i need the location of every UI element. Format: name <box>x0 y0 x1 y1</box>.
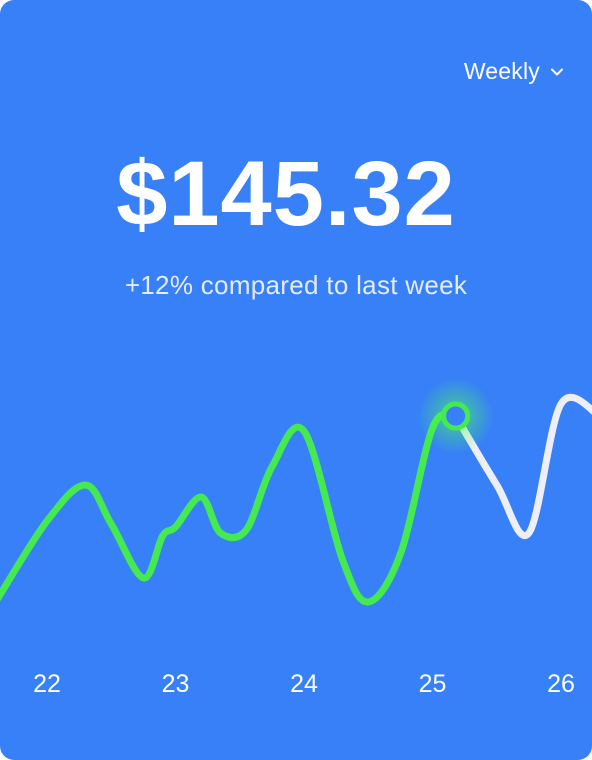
x-tick-label: 24 <box>290 670 318 698</box>
earnings-card: Weekly $145.32 +12% compared to last wee… <box>0 0 592 760</box>
earnings-line <box>0 410 460 606</box>
current-point-marker[interactable] <box>441 401 471 431</box>
x-tick-label: 22 <box>33 670 61 698</box>
earnings-line-chart: 22 23 24 25 26 <box>0 378 592 698</box>
x-tick-label: 23 <box>162 670 190 698</box>
x-tick-label: 25 <box>419 670 447 698</box>
x-tick-label: 26 <box>547 670 575 698</box>
